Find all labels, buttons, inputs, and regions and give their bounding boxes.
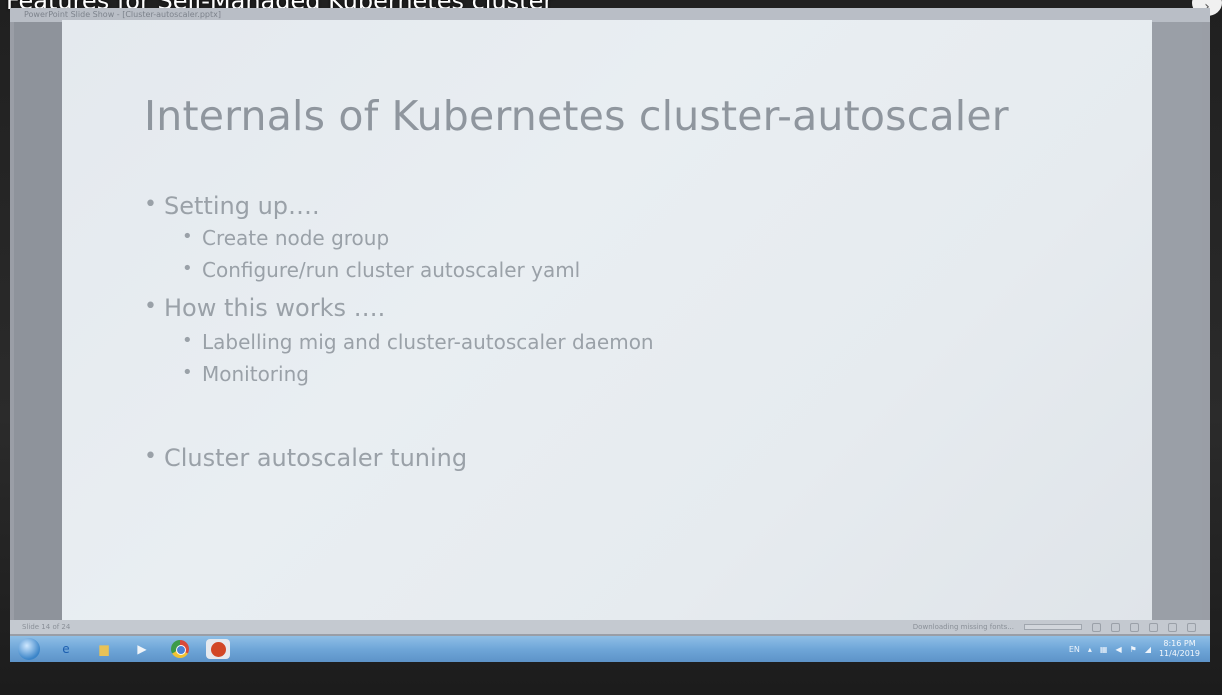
slideshow-icon[interactable]: [1149, 622, 1158, 632]
fit-window-icon[interactable]: [1168, 622, 1177, 632]
signal-icon[interactable]: ◢: [1145, 645, 1151, 654]
status-bar: Slide 14 of 24 Downloading missing fonts…: [10, 620, 1210, 634]
bullet-item: Cluster autoscaler tuning: [144, 444, 654, 472]
clock-date: 11/4/2019: [1158, 649, 1200, 658]
language-indicator[interactable]: EN: [1069, 645, 1080, 654]
chrome-icon[interactable]: [168, 639, 192, 659]
bullet-item: How this works ….: [144, 294, 654, 322]
slide-sorter-icon[interactable]: [1111, 622, 1120, 632]
taskbar: e ▆ ▶ EN ▴ ▦ ◀ ⚑ ◢ 8:16 PM 11/4/2019: [10, 636, 1210, 662]
zoom-icon[interactable]: [1187, 622, 1196, 632]
folder-icon[interactable]: ▆: [92, 639, 116, 659]
media-player-icon[interactable]: ▶: [130, 639, 154, 659]
sub-bullet-item: Labelling mig and cluster-autoscaler dae…: [182, 330, 654, 354]
network-icon[interactable]: ▦: [1100, 645, 1108, 654]
projected-screen: PowerPoint Slide Show - [Cluster-autosca…: [10, 8, 1210, 662]
clock[interactable]: 8:16 PM 11/4/2019: [1159, 639, 1200, 659]
slide-counter: Slide 14 of 24: [22, 623, 71, 631]
internet-explorer-icon[interactable]: e: [54, 639, 78, 659]
normal-view-icon[interactable]: [1092, 622, 1101, 632]
reading-view-icon[interactable]: [1130, 622, 1139, 632]
bullet-list: Setting up…. Create node group Configure…: [144, 192, 654, 472]
bullet-item: Setting up….: [144, 192, 654, 220]
sub-bullet-item: Configure/run cluster autoscaler yaml: [182, 258, 654, 282]
right-panel: [1150, 22, 1202, 627]
volume-icon[interactable]: ◀: [1115, 645, 1121, 654]
clock-time: 8:16 PM: [1163, 639, 1196, 648]
download-status: Downloading missing fonts...: [912, 623, 1014, 631]
powerpoint-icon[interactable]: [206, 639, 230, 659]
sub-bullet-item: Monitoring: [182, 362, 654, 386]
start-button[interactable]: [18, 638, 40, 660]
show-hidden-icons-icon[interactable]: ▴: [1088, 645, 1092, 654]
slide: Internals of Kubernetes cluster-autoscal…: [62, 20, 1152, 628]
system-tray: EN ▴ ▦ ◀ ⚑ ◢ 8:16 PM 11/4/2019: [1069, 636, 1200, 662]
flag-icon[interactable]: ⚑: [1130, 645, 1137, 654]
sub-bullet-item: Create node group: [182, 226, 654, 250]
slide-title: Internals of Kubernetes cluster-autoscal…: [144, 92, 1009, 140]
left-panel: [14, 22, 62, 622]
download-progress-bar: [1024, 624, 1082, 630]
status-bar-right: Downloading missing fonts...: [913, 620, 1196, 634]
